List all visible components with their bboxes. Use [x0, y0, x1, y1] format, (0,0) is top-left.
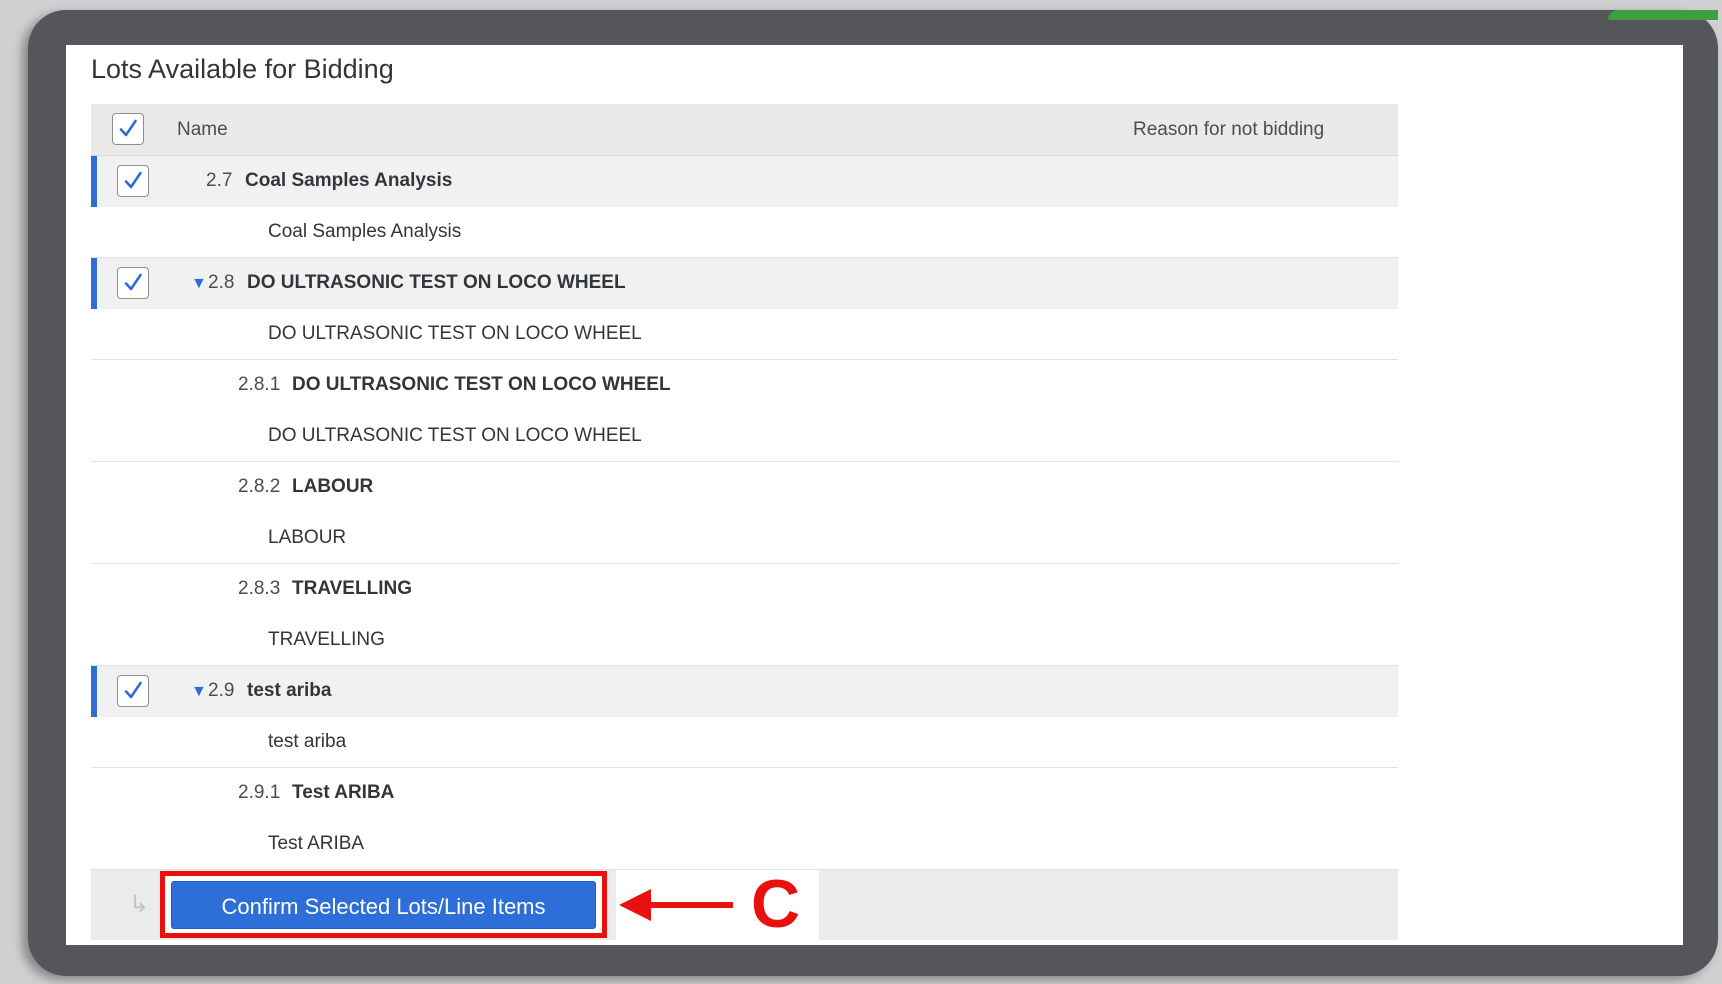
description-row: Test ARIBA: [91, 819, 1398, 870]
item-description: DO ULTRASONIC TEST ON LOCO WHEEL: [268, 323, 642, 344]
lot-checkbox[interactable]: [117, 675, 149, 707]
selected-row-marker: [91, 156, 97, 207]
table-body: 2.7 Coal Samples Analysis Coal Samples Ana…: [91, 156, 1398, 870]
triangle-down-icon[interactable]: ▼: [191, 683, 207, 701]
line-item-number: 2.9.1: [238, 782, 281, 803]
line-item-name: DO ULTRASONIC TEST ON LOCO WHEEL: [292, 374, 671, 395]
return-arrow-icon: ↳: [129, 891, 150, 918]
item-description: test ariba: [268, 731, 347, 752]
annotation-callout-letter: C: [751, 866, 801, 942]
item-description: TRAVELLING: [268, 629, 385, 650]
table-header: Name Reason for not bidding: [91, 104, 1398, 156]
check-icon: [119, 119, 137, 137]
lot-row: ▼ 2.9 test ariba: [91, 666, 1398, 717]
table-footer: ↳ Confirm Selected Lots/Line Items C: [91, 866, 1398, 942]
description-row: DO ULTRASONIC TEST ON LOCO WHEEL: [91, 309, 1398, 360]
line-item-number: 2.8.1: [238, 374, 281, 395]
line-item-name: Test ARIBA: [292, 782, 395, 803]
line-item-row: 2.8.3 TRAVELLING: [91, 564, 1398, 615]
line-item-number: 2.8.3: [238, 578, 281, 599]
confirm-selected-button[interactable]: Confirm Selected Lots/Line Items: [171, 881, 596, 929]
selected-row-marker: [91, 666, 97, 717]
lot-number: 2.9: [208, 680, 235, 701]
check-icon: [124, 273, 142, 291]
item-description: Test ARIBA: [268, 833, 365, 854]
check-icon: [124, 171, 142, 189]
lot-number: 2.7: [206, 170, 233, 191]
line-item-name: TRAVELLING: [292, 578, 412, 599]
description-row: TRAVELLING: [91, 615, 1398, 666]
lot-row: ▼ 2.8 DO ULTRASONIC TEST ON LOCO WHEEL: [91, 258, 1398, 309]
check-icon: [124, 681, 142, 699]
description-row: test ariba: [91, 717, 1398, 768]
footer-filler: [819, 870, 1398, 940]
select-all-checkbox[interactable]: [112, 113, 144, 145]
item-description: Coal Samples Analysis: [268, 221, 462, 242]
description-row: Coal Samples Analysis: [91, 207, 1398, 258]
line-item-row: 2.8.1 DO ULTRASONIC TEST ON LOCO WHEEL: [91, 360, 1398, 411]
selected-row-marker: [91, 258, 97, 309]
lot-name: DO ULTRASONIC TEST ON LOCO WHEEL: [247, 272, 626, 293]
screen: Lots Available for Bidding Name Reason f…: [66, 45, 1683, 945]
line-item-row: 2.9.1 Test ARIBA: [91, 768, 1398, 819]
line-item-name: LABOUR: [292, 476, 374, 497]
lot-row: 2.7 Coal Samples Analysis: [91, 156, 1398, 207]
column-header-name[interactable]: Name: [177, 119, 228, 141]
line-item-row: 2.8.2 LABOUR: [91, 462, 1398, 513]
lot-checkbox[interactable]: [117, 267, 149, 299]
item-description: LABOUR: [268, 527, 347, 548]
footer-action-area: ↳ Confirm Selected Lots/Line Items: [91, 870, 616, 940]
description-row: LABOUR: [91, 513, 1398, 564]
triangle-down-icon[interactable]: ▼: [191, 275, 207, 293]
lots-table: Name Reason for not bidding 2.7 Coal Samp…: [91, 104, 1398, 942]
line-item-number: 2.8.2: [238, 476, 281, 497]
lot-checkbox[interactable]: [117, 165, 149, 197]
lot-number: 2.8: [208, 272, 235, 293]
item-description: DO ULTRASONIC TEST ON LOCO WHEEL: [268, 425, 642, 446]
lot-name: Coal Samples Analysis: [245, 170, 453, 191]
page-title: Lots Available for Bidding: [91, 54, 394, 84]
description-row: DO ULTRASONIC TEST ON LOCO WHEEL: [91, 411, 1398, 462]
column-header-reason[interactable]: Reason for not bidding: [1133, 119, 1324, 141]
frame-corner-accent: [1608, 10, 1718, 20]
lot-name: test ariba: [247, 680, 332, 701]
left-arrow-icon: [619, 889, 733, 921]
